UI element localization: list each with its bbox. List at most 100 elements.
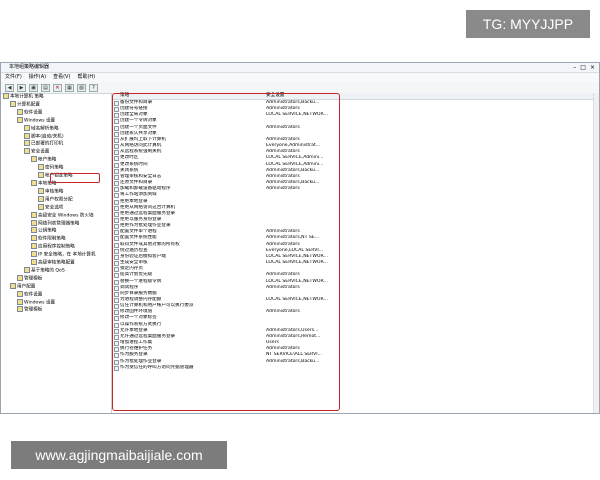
tree-node-label: 用户配置: [17, 284, 36, 290]
tree-node-label: 软件设置: [24, 110, 43, 116]
folder-icon: [31, 251, 37, 258]
tree-node[interactable]: 公钥策略: [1, 227, 111, 235]
help-icon[interactable]: ?: [89, 83, 98, 92]
group-policy-editor-window: 本地组策略编辑器 – □ × 文件(F) 操作(A) 查看(V) 帮助(H) ◀ ▶ …: [0, 62, 600, 414]
folder-icon: [31, 179, 37, 186]
tree-node-label: 应用程序控制策略: [38, 244, 75, 250]
tree-node-label: 密码策略: [45, 165, 64, 171]
tree-node-label: 管理模板: [24, 307, 43, 313]
tree-node[interactable]: 计算机配置: [1, 100, 111, 109]
folder-icon: [17, 274, 23, 281]
up-folder-icon[interactable]: ▣: [29, 83, 38, 92]
tree-node-label: Windows 设置: [24, 118, 56, 124]
tree-node-label: IP 安全策略，在 本地计算机: [38, 252, 96, 258]
folder-icon: [3, 93, 9, 99]
tree-node-label: 域名解析策略: [31, 126, 59, 132]
window-controls: – □ ×: [573, 63, 595, 72]
tree-node[interactable]: 审核策略: [1, 187, 111, 196]
menu-bar: 文件(F) 操作(A) 查看(V) 帮助(H): [1, 73, 599, 82]
back-icon[interactable]: ◀: [5, 83, 14, 92]
close-icon[interactable]: ×: [590, 63, 595, 72]
show-hide-tree-icon[interactable]: ▤: [41, 83, 50, 92]
menu-item[interactable]: 查看(V): [53, 73, 70, 82]
folder-icon: [31, 211, 37, 218]
tree-node-label: 帐户策略: [38, 157, 57, 163]
tree-node-label: 高级审核策略配置: [38, 260, 75, 266]
tree-node-label: 管理模板: [24, 276, 43, 282]
folder-icon: [38, 187, 44, 194]
tree-node[interactable]: 安全选项: [1, 203, 111, 212]
tree-node[interactable]: Windows 设置: [1, 298, 111, 307]
maximize-icon[interactable]: □: [580, 63, 586, 72]
menu-item[interactable]: 操作(A): [29, 73, 46, 82]
tree-node[interactable]: 软件设置: [1, 108, 111, 117]
tree-node-label: Windows 设置: [24, 300, 56, 306]
tree-node[interactable]: Windows 设置: [1, 116, 111, 125]
tree-node[interactable]: 已部署的打印机: [1, 140, 111, 148]
list-highlight-box: [112, 93, 340, 411]
tree-node-label: 软件限制策略: [38, 236, 66, 242]
minimize-icon[interactable]: –: [573, 63, 576, 72]
tree-node-label: 审核策略: [45, 189, 64, 195]
navigation-tree: 本地计算机 策略 计算机配置 软件设置 Windows 设置 域名解析策略 脚本(启动/关…: [1, 93, 111, 413]
tree-node[interactable]: 管理模板: [1, 306, 111, 314]
tree-node[interactable]: 用户配置: [1, 282, 111, 291]
tree-node[interactable]: 本地计算机 策略: [1, 93, 111, 101]
tree-node[interactable]: 脚本(启动/关机): [1, 132, 111, 141]
export-list-icon[interactable]: ▧: [77, 83, 86, 92]
tree-node-label: 用户权限分配: [45, 197, 73, 203]
folder-icon: [24, 148, 30, 155]
tree-node[interactable]: 域名解析策略: [1, 124, 111, 133]
tree-node[interactable]: 管理模板: [1, 274, 111, 283]
title-bar: 本地组策略编辑器 – □ ×: [1, 63, 599, 73]
watermark-tg: TG: MYYJJPP: [466, 10, 590, 38]
tree-node-label: 本地计算机 策略: [10, 94, 44, 100]
delete-icon[interactable]: ✕: [53, 83, 62, 92]
tree-node-label: 网络列表管理器策略: [38, 221, 80, 226]
tree-node[interactable]: 帐户策略: [1, 156, 111, 164]
tree-node-label: 基于策略的 QoS: [31, 268, 65, 274]
tree-node[interactable]: 高级安全 Windows 防火墙: [1, 211, 111, 220]
tree-node[interactable]: 密码策略: [1, 164, 111, 172]
tree-node[interactable]: 网络列表管理器策略: [1, 219, 111, 228]
forward-icon[interactable]: ▶: [17, 83, 26, 92]
tree-node[interactable]: 软件设置: [1, 290, 111, 299]
folder-icon: [17, 116, 23, 123]
folder-icon: [24, 140, 30, 147]
folder-icon: [31, 259, 37, 266]
menu-item[interactable]: 帮助(H): [77, 73, 95, 82]
tree-node[interactable]: 用户权限分配: [1, 195, 111, 204]
content-area: 本地计算机 策略 计算机配置 软件设置 Windows 设置 域名解析策略 脚本(启动/关…: [1, 93, 599, 413]
folder-icon: [31, 227, 37, 234]
folder-icon: [17, 108, 23, 115]
tree-node[interactable]: 基于策略的 QoS: [1, 266, 111, 275]
folder-icon: [31, 235, 37, 242]
tree-node-label: 已部署的打印机: [31, 141, 64, 147]
folder-icon: [10, 100, 16, 107]
folder-icon: [31, 156, 37, 163]
tree-node-label: 公钥策略: [38, 228, 57, 234]
tree-node[interactable]: 软件限制策略: [1, 235, 111, 243]
folder-icon: [10, 282, 16, 289]
folder-icon: [31, 219, 37, 226]
folder-icon: [17, 290, 23, 297]
folder-icon: [38, 195, 44, 202]
tree-node-label: 软件设置: [24, 292, 43, 298]
tree-node-label: 安全设置: [31, 149, 50, 155]
folder-icon: [24, 124, 30, 131]
folder-icon: [24, 266, 30, 273]
folder-icon: [24, 132, 30, 139]
tree-node[interactable]: 应用程序控制策略: [1, 243, 111, 251]
vertical-scrollbar[interactable]: [593, 93, 599, 413]
folder-icon: [38, 172, 44, 179]
tree-node-label: 脚本(启动/关机): [31, 134, 64, 140]
tree-node[interactable]: 高级审核策略配置: [1, 259, 111, 267]
window-title: 本地组策略编辑器: [9, 64, 50, 70]
folder-icon: [17, 298, 23, 305]
tree-node[interactable]: IP 安全策略，在 本地计算机: [1, 251, 111, 259]
properties-icon[interactable]: ▦: [65, 83, 74, 92]
folder-icon: [17, 306, 23, 313]
menu-item[interactable]: 文件(F): [5, 73, 22, 82]
tree-node[interactable]: 安全设置: [1, 148, 111, 156]
tree-highlight-box: [50, 173, 100, 183]
